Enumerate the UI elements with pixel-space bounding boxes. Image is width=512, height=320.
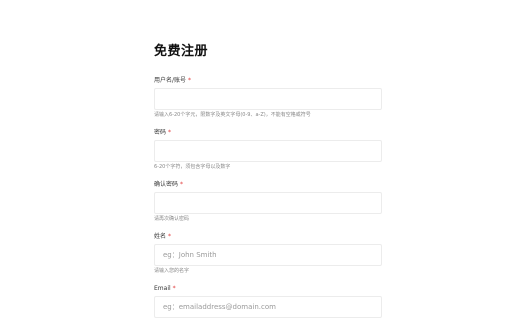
required-mark: * [168, 129, 172, 136]
email-input[interactable] [154, 296, 382, 318]
name-hint: 请输入您的名字 [154, 268, 190, 274]
confirm-password-label: 确认密码 * [154, 180, 384, 189]
username-hint: 请输入6-20个字元，限数字及英文字母(0-9、a-Z)，不能有空格或符号 [154, 112, 311, 118]
required-mark: * [172, 285, 176, 292]
email-label-text: Email [154, 285, 171, 292]
password-hint: 6-20个字符，须包含字母以及数字 [154, 164, 231, 170]
username-label: 用户名/账号 * [154, 76, 384, 85]
password-label: 密码 * [154, 128, 384, 137]
name-label-text: 姓名 [154, 233, 167, 240]
required-mark: * [188, 77, 192, 84]
required-mark: * [168, 233, 172, 240]
confirm-password-input[interactable] [154, 192, 382, 214]
confirm-password-field-group: 确认密码 * 请再次确认密码 [154, 180, 384, 223]
email-field-group: Email * [154, 284, 384, 318]
confirm-password-hint: 请再次确认密码 [154, 216, 190, 222]
required-mark: * [180, 181, 184, 188]
password-input[interactable] [154, 140, 382, 162]
name-input[interactable] [154, 244, 382, 266]
name-field-group: 姓名* 请输入您的名字 [154, 232, 384, 275]
name-label: 姓名 * [154, 232, 384, 241]
username-field-group: 用户名/账号 * 请输入6-20个字元，限数字及英文字母(0-9、a-Z)，不能有… [154, 76, 384, 119]
password-field-group: 密码 * 6-20个字符，须包含字母以及数字 [154, 128, 384, 171]
username-input[interactable] [154, 88, 382, 110]
confirm-password-label-text: 确认密码 [154, 181, 179, 188]
page-title: 免费注册 [154, 44, 209, 59]
username-label-text: 用户名/账号 [154, 77, 187, 84]
password-label-text: 密码 [154, 129, 167, 136]
email-label: Email * [154, 284, 384, 293]
